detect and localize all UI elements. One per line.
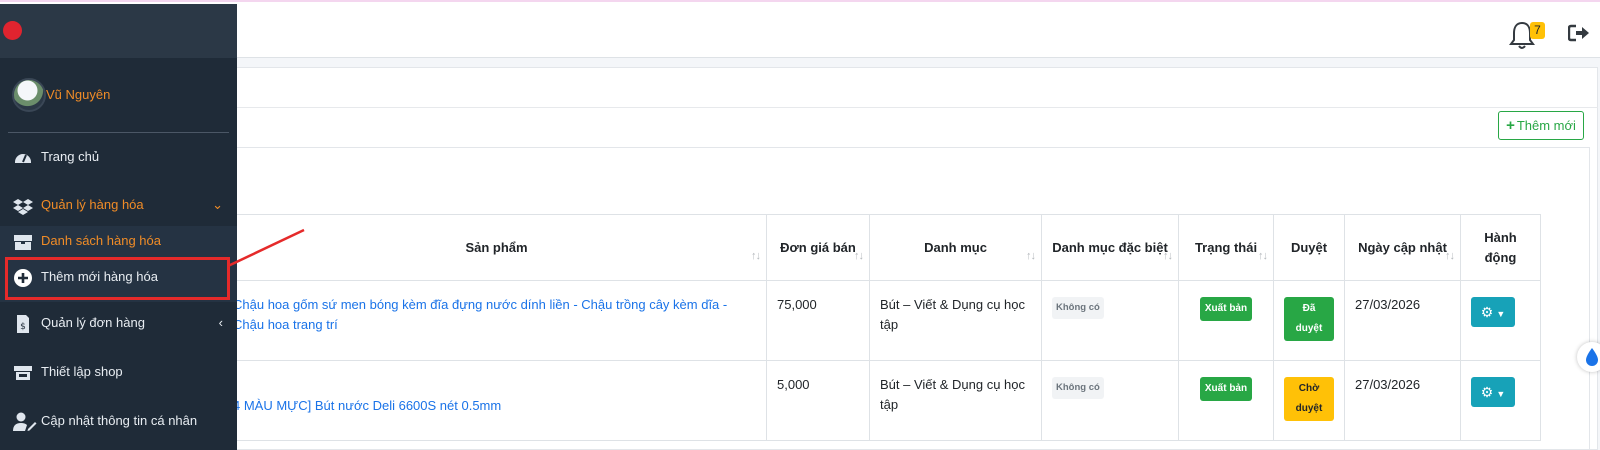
col-header-product[interactable]: Sản phẩm ↑↓ [226,214,767,281]
sort-icon[interactable]: ↑↓ [751,246,761,266]
table-row: Chậu hoa gốm sứ men bóng kèm đĩa đựng nư… [226,280,1541,361]
card-header-divider [226,107,1598,108]
col-header-special-category[interactable]: Danh mục đặc biệt ↑↓ [1041,214,1179,281]
box-icon [14,235,32,250]
sidebar-item-product-management[interactable]: Quản lý hàng hóa ⌄ [0,186,237,226]
col-header-updated[interactable]: Ngày cập nhật ↑↓ [1344,214,1461,281]
gear-icon: ⚙ [1480,304,1494,320]
approval-badge: Đã duyệt [1284,297,1334,341]
cell-product: 4 MÀU MỰC] Bút nước Deli 6600S nét 0.5mm [226,360,767,441]
col-header-label: Trạng thái [1194,239,1258,255]
cell-approval: Chờ duyệt [1273,360,1345,441]
brand-logo-icon[interactable] [3,21,22,40]
sidebar-item-product-list[interactable]: Danh sách hàng hóa [0,222,237,262]
logout-icon[interactable] [1568,24,1590,42]
user-edit-icon [13,412,37,431]
sort-icon[interactable]: ↑↓ [1445,246,1455,266]
cell-price: 75,000 [766,280,870,361]
col-header-price[interactable]: Đơn giá bán ↑↓ [766,214,870,281]
col-header-label: Ngày cập nhật [1358,239,1447,255]
special-category-chip: Không có [1052,377,1104,399]
sidebar-item-shop-settings[interactable]: Thiết lập shop [0,353,237,393]
cell-updated: 27/03/2026 [1344,360,1461,441]
cell-product: Chậu hoa gốm sứ men bóng kèm đĩa đựng nư… [226,280,767,361]
gear-icon: ⚙ [1480,384,1494,400]
col-header-label: Danh mục đặc biệt [1052,239,1168,255]
col-header-label: Hành động [1484,229,1517,265]
cell-category: Bút – Viết & Dụng cụ học tập [869,280,1042,361]
sidebar-divider [8,132,229,133]
table-header-row: Sản phẩm ↑↓ Đơn giá bán ↑↓ Danh mục ↑↓ Danh… [226,214,1541,281]
products-table: Sản phẩm ↑↓ Đơn giá bán ↑↓ Danh mục ↑↓ Danh… [226,214,1541,441]
invoice-icon: $ [17,315,29,333]
approval-badge: Chờ duyệt [1284,377,1334,421]
col-header-label: Sản phẩm [465,239,528,255]
sidebar-item-home[interactable]: Trang chủ [0,138,237,178]
cell-price: 5,000 [766,360,870,441]
svg-text:$: $ [20,322,26,332]
caret-down-icon: ▼ [1496,389,1506,399]
sort-icon[interactable]: ↑↓ [1163,246,1173,266]
dropbox-icon [13,199,33,215]
sort-icon[interactable]: ↑↓ [1258,246,1268,266]
cell-special-category: Không có [1041,280,1179,361]
droplet-icon [1586,348,1598,366]
dashboard-icon [15,154,31,163]
product-link[interactable]: 4 MÀU MỰC] Bút nước Deli 6600S nét 0.5mm [233,398,501,413]
sidebar-item-label: Trang chủ [41,149,100,164]
notification-count-badge: 7 [1530,22,1545,39]
table-row: 4 MÀU MỰC] Bút nước Deli 6600S nét 0.5mm… [226,360,1541,441]
caret-down-icon: ▼ [1496,309,1506,319]
brand-bar [0,4,237,58]
cell-category: Bút – Viết & Dụng cụ học tập [869,360,1042,441]
product-link[interactable]: Chậu hoa gốm sứ men bóng kèm đĩa đựng nư… [233,297,727,332]
annotation-highlight-box [5,257,230,300]
col-header-label: Duyệt [1290,239,1328,255]
annotation-arrow-line [227,228,305,268]
cell-special-category: Không có [1041,360,1179,441]
add-new-label: Thêm mới [1516,118,1576,133]
col-header-status[interactable]: Trạng thái ↑↓ [1178,214,1274,281]
cell-updated: 27/03/2026 [1344,280,1461,361]
sidebar-item-label: Quản lý đơn hàng [41,315,145,330]
user-name: Vũ Nguyên [46,87,111,102]
chevron-left-icon: ‹ [218,315,223,330]
sidebar: Vũ Nguyên Trang chủ Quản lý hàng hóa ⌄ D… [0,4,237,450]
plus-icon: + [1506,117,1515,134]
user-panel[interactable]: Vũ Nguyên [12,78,227,114]
status-badge: Xuất bản [1199,297,1253,321]
sort-icon[interactable]: ↑↓ [1026,246,1036,266]
floating-droplet-button[interactable] [1577,342,1600,372]
sidebar-item-label: Danh sách hàng hóa [41,233,161,248]
col-header-actions: Hành động [1460,214,1541,281]
special-category-chip: Không có [1052,297,1104,319]
cell-approval: Đã duyệt [1273,280,1345,361]
col-header-category[interactable]: Danh mục ↑↓ [869,214,1042,281]
status-badge: Xuất bản [1199,377,1253,401]
add-new-button[interactable]: + Thêm mới [1498,111,1584,140]
col-header-label: Đơn giá bán [780,239,856,255]
action-dropdown-button[interactable]: ⚙ ▼ [1471,377,1515,407]
sort-icon[interactable]: ↑↓ [854,246,864,266]
top-navbar: 7 [0,0,1600,58]
action-dropdown-button[interactable]: ⚙ ▼ [1471,297,1515,327]
cell-actions: ⚙ ▼ [1460,360,1541,441]
cell-status: Xuất bản [1178,280,1274,361]
sidebar-item-label: Thiết lập shop [41,364,123,379]
chevron-down-icon: ⌄ [212,197,223,212]
cell-actions: ⚙ ▼ [1460,280,1541,361]
col-header-approval: Duyệt [1273,214,1345,281]
sidebar-item-profile[interactable]: Cập nhật thông tin cá nhân [0,402,237,442]
sidebar-item-label: Cập nhật thông tin cá nhân [41,413,198,428]
cell-status: Xuất bản [1178,360,1274,441]
store-icon [14,366,32,380]
col-header-label: Danh mục [924,239,987,255]
sidebar-item-label: Quản lý hàng hóa [41,197,144,212]
avatar [12,78,46,112]
sidebar-item-order-management[interactable]: $ Quản lý đơn hàng ‹ [0,304,237,344]
